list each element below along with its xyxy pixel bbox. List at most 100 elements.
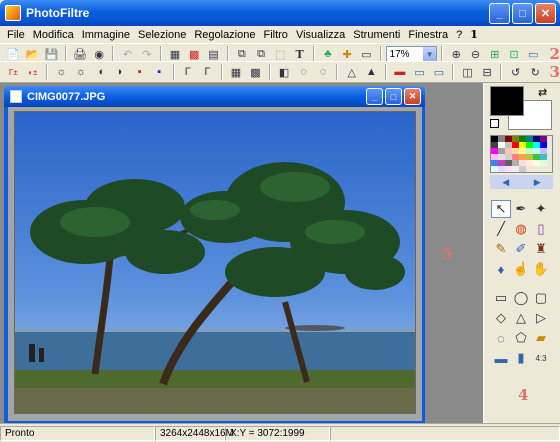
doc-close-button[interactable]: ✕	[404, 88, 421, 105]
document-title-bar[interactable]: CIMG0077.JPG _ □ ✕	[4, 86, 425, 107]
flip-horizontal-icon[interactable]: ◫	[458, 63, 477, 81]
polygon-icon[interactable]: ⬠	[511, 329, 531, 347]
photo-image[interactable]	[14, 111, 416, 414]
status-text: Pronto	[0, 425, 155, 441]
menu-visualizza[interactable]: Visualizza	[292, 29, 349, 41]
eyedropper-icon[interactable]: ✒	[511, 200, 531, 218]
hand-icon[interactable]: ✋	[531, 260, 551, 278]
drop-soft-icon[interactable]: ◌	[294, 63, 313, 81]
menu-modifica[interactable]: Modifica	[29, 29, 78, 41]
menu-filtro[interactable]: Filtro	[259, 29, 291, 41]
lasso-icon[interactable]: ◌	[491, 329, 511, 347]
zoom-select[interactable]: 17% ▼	[385, 45, 438, 63]
triangle-right-icon[interactable]: ▷	[531, 309, 551, 327]
app-icon	[5, 5, 21, 21]
contrast-minus-icon[interactable]: ◖	[91, 63, 110, 81]
app-title: PhotoFiltre	[26, 6, 90, 20]
doc-maximize-button[interactable]: □	[385, 88, 402, 105]
marker-5: 5	[442, 245, 453, 263]
doc-minimize-button[interactable]: _	[366, 88, 383, 105]
menu-bar: File Modifica Immagine Selezione Regolaz…	[0, 26, 560, 43]
palette-swatch[interactable]	[498, 166, 505, 172]
contrast-plus-icon[interactable]: ◗	[111, 63, 130, 81]
swap-colors-icon[interactable]: ⇄	[538, 86, 547, 99]
rotate-left-icon[interactable]: ↺	[506, 63, 525, 81]
gamma-plus-icon[interactable]: Γ	[198, 63, 217, 81]
rotate-right-icon[interactable]: ↻	[526, 63, 545, 81]
minimize-button[interactable]: _	[489, 3, 510, 24]
title-bar: PhotoFiltre _ □ ✕	[0, 0, 560, 26]
maximize-button[interactable]: □	[512, 3, 533, 24]
screen-icon[interactable]: ▭	[410, 63, 429, 81]
palette-swatch[interactable]	[526, 160, 533, 166]
saturation-plus-icon[interactable]: ▪	[150, 63, 169, 81]
saturation-minus-icon[interactable]: ▪	[130, 63, 149, 81]
menu-finestra[interactable]: Finestra	[404, 29, 452, 41]
diamond-icon[interactable]: ◇	[491, 309, 511, 327]
select-arrow-icon[interactable]: ↖	[491, 200, 511, 218]
spray-icon[interactable]: ▯	[531, 220, 551, 238]
color-palette[interactable]	[490, 135, 553, 173]
brush-icon[interactable]: ✎	[491, 240, 511, 258]
grid-icon[interactable]: ▦	[227, 63, 246, 81]
fill-icon[interactable]: ◍	[511, 220, 531, 238]
ellipse-icon[interactable]: ◯	[511, 289, 531, 307]
document-icon	[10, 90, 22, 103]
marker-1: 1	[470, 28, 478, 41]
palette-swatch[interactable]	[540, 160, 547, 166]
menu-regolazione[interactable]: Regolazione	[190, 29, 259, 41]
palette-next-icon[interactable]: ▶	[534, 177, 541, 188]
magic-wand-icon[interactable]: ✦	[531, 200, 551, 218]
document-title: CIMG0077.JPG	[27, 90, 106, 103]
rectangle-icon[interactable]: ▭	[491, 289, 511, 307]
auto-contrast-icon[interactable]: ◐±	[24, 63, 43, 81]
fit-width-icon[interactable]: ▬	[491, 349, 511, 367]
gamma-minus-icon[interactable]: Γ	[179, 63, 198, 81]
drop-sharp-icon[interactable]: ◌	[314, 63, 333, 81]
tools-panel: ⇄ ◀ ▶ ↖ ✒ ✦ ╱ ◍ ▯ ✎ ✐ ♜ ♦ ☝ ✋ ▭ ◯ ▢ ◇ △ …	[483, 83, 560, 423]
open-selection-icon[interactable]: ▰	[531, 329, 551, 347]
brightness-minus-icon[interactable]: ☼	[52, 63, 71, 81]
palette-swatch[interactable]	[533, 160, 540, 166]
status-bar: Pronto 3264x2448x16M X:Y = 3072:1999	[0, 423, 560, 442]
zoom-value: 17%	[389, 48, 410, 60]
filter-toolbar: Γ± ◐± ☼ ☼ ◖ ◗ ▪ ▪ Γ Γ ▦ ▩ ◧ ◌ ◌ △ ▲ ▬ ▭ …	[0, 61, 560, 83]
palette-prev-icon[interactable]: ◀	[502, 177, 509, 188]
menu-file[interactable]: File	[3, 29, 29, 41]
foreground-color[interactable]	[490, 86, 524, 116]
aspect-ratio-icon[interactable]: 4:3	[531, 349, 551, 367]
smudge-brush-icon[interactable]: ✐	[511, 240, 531, 258]
drop-icon[interactable]: ♦	[491, 260, 511, 278]
rounded-rect-icon[interactable]: ▢	[531, 289, 551, 307]
default-colors-icon[interactable]	[490, 119, 499, 128]
palette-swatch[interactable]	[512, 166, 519, 172]
palette-swatch[interactable]	[505, 166, 512, 172]
status-coords: X:Y = 3072:1999	[225, 425, 330, 441]
flip-vertical-icon[interactable]: ⊟	[478, 63, 497, 81]
brightness-plus-icon[interactable]: ☼	[72, 63, 91, 81]
chevron-down-icon: ▼	[423, 46, 437, 62]
gradient-icon[interactable]: ▬	[391, 63, 410, 81]
menu-immagine[interactable]: Immagine	[78, 29, 134, 41]
marker-4: 4	[518, 386, 529, 404]
finger-icon[interactable]: ☝	[511, 260, 531, 278]
blur-icon[interactable]: ◧	[275, 63, 294, 81]
line-icon[interactable]: ╱	[491, 220, 511, 238]
auto-levels-icon[interactable]: Γ±	[4, 63, 23, 81]
fit-height-icon[interactable]: ▮	[511, 349, 531, 367]
status-empty	[330, 425, 560, 441]
color-picker[interactable]: ⇄	[490, 86, 554, 132]
triangle-icon[interactable]: △	[342, 63, 361, 81]
flag-icon[interactable]: ▭	[430, 63, 449, 81]
mosaic-icon[interactable]: ▩	[246, 63, 265, 81]
palette-scroller[interactable]: ◀ ▶	[490, 175, 553, 189]
stamp-icon[interactable]: ♜	[531, 240, 551, 258]
menu-selezione[interactable]: Selezione	[134, 29, 190, 41]
palette-swatch[interactable]	[519, 166, 526, 172]
triangle-fill-icon[interactable]: ▲	[362, 63, 381, 81]
triangle-shape-icon[interactable]: △	[511, 309, 531, 327]
close-button[interactable]: ✕	[535, 3, 556, 24]
palette-swatch[interactable]	[491, 166, 498, 172]
menu-strumenti[interactable]: Strumenti	[349, 29, 404, 41]
menu-help[interactable]: ?	[452, 29, 466, 41]
